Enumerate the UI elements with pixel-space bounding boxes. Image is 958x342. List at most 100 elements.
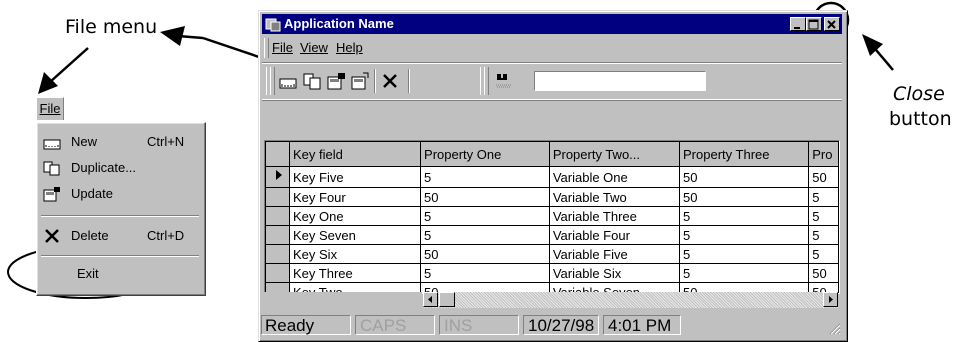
table-cell[interactable]: 50 bbox=[808, 263, 839, 283]
status-bar: Ready CAPS INS 10/27/98 4:01 PM bbox=[261, 315, 841, 337]
menu-separator bbox=[41, 255, 199, 257]
row-selector[interactable] bbox=[265, 166, 290, 188]
update-icon[interactable] bbox=[326, 71, 346, 91]
column-header[interactable]: Property Two... bbox=[548, 141, 681, 167]
table-cell[interactable]: 50 bbox=[420, 244, 550, 264]
table-row[interactable]: Key Four 50 Variable Two 50 5 bbox=[265, 187, 839, 207]
menubar-grip bbox=[264, 38, 269, 58]
table-cell[interactable]: Variable Three bbox=[548, 206, 681, 226]
table-row[interactable]: Key Seven 5 Variable Four 5 5 bbox=[265, 225, 839, 245]
maximize-button[interactable] bbox=[806, 17, 822, 31]
table-cell[interactable]: 5 bbox=[420, 206, 550, 226]
table-cell[interactable]: 50 bbox=[420, 187, 550, 207]
table-cell[interactable]: Key Seven bbox=[288, 225, 422, 245]
table-row[interactable]: Key Six 50 Variable Five 5 5 bbox=[265, 244, 839, 264]
table-cell[interactable]: Variable Six bbox=[548, 263, 681, 283]
title-bar[interactable]: Application Name bbox=[262, 14, 842, 34]
column-header[interactable]: Key field bbox=[288, 141, 422, 167]
grid-header-row: Key field Property One Property Two... P… bbox=[265, 141, 839, 167]
column-header[interactable]: Pro bbox=[808, 141, 839, 167]
resize-grip-icon[interactable] bbox=[827, 321, 841, 335]
duplicate-icon bbox=[43, 161, 60, 176]
properties-icon[interactable] bbox=[350, 71, 370, 91]
row-selector[interactable] bbox=[265, 206, 290, 226]
scroll-right-button[interactable] bbox=[823, 292, 838, 307]
search-input[interactable] bbox=[534, 71, 706, 91]
column-header[interactable]: Property Three bbox=[679, 141, 810, 167]
row-selector[interactable] bbox=[265, 244, 290, 264]
row-selector[interactable] bbox=[265, 187, 290, 207]
toolbar-grip bbox=[270, 67, 275, 95]
table-cell[interactable]: Key Four bbox=[288, 187, 422, 207]
table-cell[interactable]: 5 bbox=[808, 244, 839, 264]
minimize-icon bbox=[794, 27, 800, 29]
table-cell[interactable]: Variable Two bbox=[548, 187, 681, 207]
table-cell[interactable]: Key Five bbox=[288, 166, 422, 188]
menu-item-new[interactable]: New Ctrl+N bbox=[41, 129, 201, 155]
menu-separator bbox=[41, 215, 199, 217]
menu-item-delete[interactable]: Delete Ctrl+D bbox=[41, 223, 201, 249]
table-cell[interactable]: Key Six bbox=[288, 244, 422, 264]
scroll-left-button[interactable] bbox=[423, 292, 438, 307]
close-button[interactable] bbox=[824, 17, 840, 31]
table-cell[interactable]: Key One bbox=[288, 206, 422, 226]
scroll-thumb[interactable] bbox=[439, 292, 455, 307]
table-row[interactable]: Key One 5 Variable Three 5 5 bbox=[265, 206, 839, 226]
time-indicator: 4:01 PM bbox=[603, 315, 681, 335]
row-selector[interactable] bbox=[265, 263, 290, 283]
table-cell[interactable]: Variable One bbox=[548, 166, 681, 188]
close-callout-label-2: button bbox=[889, 108, 952, 130]
delete-icon bbox=[45, 229, 59, 243]
table-row[interactable]: Key Five 5 Variable One 50 50 bbox=[265, 166, 839, 188]
maximize-icon bbox=[808, 19, 819, 30]
data-grid: Key field Property One Property Two... P… bbox=[264, 140, 840, 294]
arrow-left-icon bbox=[428, 296, 432, 303]
table-cell[interactable]: 50 bbox=[679, 166, 810, 188]
menu-view[interactable]: View bbox=[300, 36, 328, 60]
grid-footer bbox=[264, 292, 422, 308]
column-header[interactable]: Property One bbox=[420, 141, 550, 167]
menu-item-duplicate[interactable]: Duplicate... bbox=[41, 155, 201, 181]
table-cell[interactable]: 5 bbox=[808, 206, 839, 226]
table-cell[interactable]: 5 bbox=[420, 263, 550, 283]
table-cell[interactable]: 5 bbox=[420, 225, 550, 245]
row-selector-header[interactable] bbox=[265, 141, 290, 167]
table-cell[interactable]: Variable Five bbox=[548, 244, 681, 264]
menu-file[interactable]: File bbox=[272, 36, 293, 60]
table-cell[interactable]: Key Three bbox=[288, 263, 422, 283]
table-cell[interactable]: 5 bbox=[679, 206, 810, 226]
delete-icon[interactable] bbox=[380, 71, 400, 91]
toolbar-grip bbox=[484, 67, 489, 95]
menu-item-update[interactable]: Update bbox=[41, 181, 201, 207]
menu-bar: File View Help bbox=[262, 36, 842, 60]
close-callout-label: Close bbox=[893, 83, 945, 105]
table-row[interactable]: Key Three 5 Variable Six 5 50 bbox=[265, 263, 839, 283]
duplicate-icon[interactable] bbox=[302, 71, 322, 91]
status-text: Ready bbox=[261, 315, 351, 335]
minimize-button[interactable] bbox=[790, 17, 806, 31]
table-cell[interactable]: Variable Four bbox=[548, 225, 681, 245]
table-cell[interactable]: 5 bbox=[679, 263, 810, 283]
date-indicator: 10/27/98 bbox=[523, 315, 599, 335]
toolbar-separator bbox=[374, 69, 376, 93]
find-icon[interactable] bbox=[494, 71, 514, 91]
horizontal-scrollbar[interactable] bbox=[423, 292, 838, 308]
current-row-icon bbox=[276, 170, 282, 180]
menu-help[interactable]: Help bbox=[336, 36, 363, 60]
table-cell[interactable]: 5 bbox=[420, 166, 550, 188]
table-cell[interactable]: 50 bbox=[679, 187, 810, 207]
toolbar-separator bbox=[408, 69, 410, 93]
table-cell[interactable]: 50 bbox=[808, 166, 839, 188]
table-cell[interactable]: 5 bbox=[679, 225, 810, 245]
row-selector[interactable] bbox=[265, 225, 290, 245]
new-icon bbox=[43, 139, 61, 150]
file-menu-title[interactable]: File bbox=[36, 97, 64, 120]
table-cell[interactable]: 5 bbox=[808, 225, 839, 245]
menu-item-exit[interactable]: Exit bbox=[41, 261, 201, 287]
table-cell[interactable]: 5 bbox=[679, 244, 810, 264]
new-icon[interactable] bbox=[278, 71, 298, 91]
arrow-right-icon bbox=[829, 296, 833, 303]
table-cell[interactable]: 5 bbox=[808, 187, 839, 207]
app-icon bbox=[265, 18, 281, 32]
caps-indicator: CAPS bbox=[355, 315, 435, 335]
